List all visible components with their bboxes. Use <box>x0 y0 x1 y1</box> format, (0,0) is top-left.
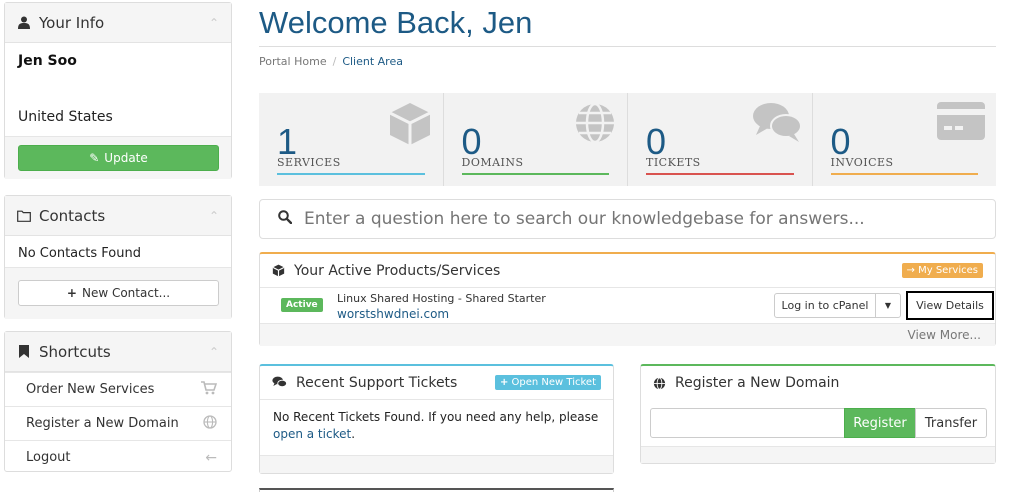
chevron-up-icon[interactable]: ⌃ <box>209 209 219 223</box>
next-panel-edge <box>259 488 614 492</box>
stat-invoices-bar <box>830 173 978 175</box>
caret-down-icon: ▼ <box>884 301 892 310</box>
register-button[interactable]: Register <box>844 408 916 438</box>
your-info-title: Your Info <box>39 13 105 32</box>
comments-icon <box>272 376 287 389</box>
new-contact-button[interactable]: + New Contact... <box>18 280 219 306</box>
shortcut-label: Register a New Domain <box>26 416 179 431</box>
shortcut-register-domain[interactable]: Register a New Domain <box>5 406 231 440</box>
tickets-period: . <box>351 427 356 441</box>
view-more-link[interactable]: View More... <box>908 328 981 342</box>
status-badge: Active <box>281 298 323 312</box>
shortcuts-title: Shortcuts <box>39 342 111 361</box>
cube-icon <box>387 101 433 151</box>
stat-domains[interactable]: 0 DOMAINS <box>444 93 628 186</box>
bookmark-icon <box>17 345 31 359</box>
credit-card-icon <box>936 101 986 145</box>
view-details-button[interactable]: View Details <box>906 291 994 320</box>
your-info-header[interactable]: Your Info ⌃ <box>5 3 231 43</box>
product-domain-link[interactable]: worstshwdnei.com <box>337 307 449 321</box>
recent-tickets-header: Recent Support Tickets + Open New Ticket <box>260 366 613 400</box>
stat-domains-bar <box>461 173 609 175</box>
recent-tickets-panel: Recent Support Tickets + Open New Ticket… <box>259 364 614 474</box>
plus-icon: + <box>66 286 77 300</box>
globe-icon <box>573 101 617 149</box>
pencil-icon: ✎ <box>89 151 100 165</box>
knowledgebase-search <box>259 199 996 239</box>
register-domain-title: Register a New Domain <box>675 375 840 391</box>
shortcut-logout[interactable]: Logout ← <box>5 440 231 474</box>
search-icon <box>278 210 293 228</box>
stat-services-bar <box>277 173 425 175</box>
contacts-footer: + New Contact... <box>5 267 231 319</box>
client-name: Jen Soo <box>18 53 77 69</box>
your-info-panel: Your Info ⌃ Jen Soo United States ✎ Upda… <box>4 2 232 179</box>
new-contact-label: New Contact... <box>81 286 171 300</box>
folder-icon <box>17 209 31 223</box>
title-divider <box>259 46 996 47</box>
comments-icon <box>752 101 802 149</box>
product-row: Active Linux Shared Hosting - Shared Sta… <box>260 288 995 323</box>
stat-tickets-bar <box>646 173 794 175</box>
globe-icon <box>203 414 217 433</box>
domain-search-input[interactable] <box>650 408 845 438</box>
open-new-ticket-button[interactable]: + Open New Ticket <box>494 375 601 390</box>
knowledgebase-search-input[interactable] <box>304 209 954 229</box>
active-products-footer: View More... <box>260 323 995 346</box>
stat-services-label: SERVICES <box>277 156 341 169</box>
arrow-right-icon: → <box>906 265 915 276</box>
no-contacts-text: No Contacts Found <box>18 246 141 261</box>
my-services-label: My Services <box>918 265 978 276</box>
shortcuts-panel: Shortcuts ⌃ Order New Services Register … <box>4 331 232 472</box>
no-tickets-text: No Recent Tickets Found. If you need any… <box>273 410 599 424</box>
stats-bar: 1 SERVICES 0 DOMAINS 0 TICKETS 0 INVOICE… <box>259 93 996 186</box>
active-products-header: Your Active Products/Services → My Servi… <box>260 254 995 288</box>
shortcuts-header[interactable]: Shortcuts ⌃ <box>5 332 231 372</box>
chevron-up-icon[interactable]: ⌃ <box>209 345 219 359</box>
globe-icon <box>653 376 666 390</box>
page-title: Welcome Back, Jen <box>259 5 533 40</box>
shortcut-label: Logout <box>26 450 71 465</box>
active-products-panel: Your Active Products/Services → My Servi… <box>259 252 996 346</box>
contacts-panel: Contacts ⌃ No Contacts Found + New Conta… <box>4 195 232 319</box>
stat-tickets-label: TICKETS <box>646 156 701 169</box>
recent-tickets-title: Recent Support Tickets <box>296 374 458 391</box>
register-domain-header: Register a New Domain <box>641 366 995 400</box>
transfer-button[interactable]: Transfer <box>915 408 987 438</box>
stat-invoices[interactable]: 0 INVOICES <box>813 93 997 186</box>
arrow-left-icon: ← <box>205 449 217 466</box>
plus-icon: + <box>499 377 509 388</box>
product-name: Linux Shared Hosting - Shared Starter <box>337 292 546 305</box>
client-country: United States <box>18 109 113 125</box>
contacts-header[interactable]: Contacts ⌃ <box>5 196 231 236</box>
cube-icon <box>272 264 285 277</box>
shortcut-label: Order New Services <box>26 382 155 397</box>
user-icon <box>17 16 31 30</box>
register-domain-footer <box>641 446 995 463</box>
your-info-footer: ✎ Update <box>5 136 231 179</box>
my-services-button[interactable]: → My Services <box>901 263 983 278</box>
shortcut-order-new-services[interactable]: Order New Services <box>5 372 231 406</box>
stat-tickets[interactable]: 0 TICKETS <box>628 93 813 186</box>
stat-services[interactable]: 1 SERVICES <box>259 93 444 186</box>
stat-invoices-label: INVOICES <box>830 156 894 169</box>
breadcrumb-separator: / <box>332 55 337 68</box>
active-products-title: Your Active Products/Services <box>294 262 501 279</box>
cart-icon <box>201 380 218 399</box>
breadcrumb-client-area[interactable]: Client Area <box>342 55 403 68</box>
register-domain-panel: Register a New Domain Register Transfer <box>640 364 996 464</box>
open-ticket-link[interactable]: open a ticket <box>273 427 351 441</box>
stat-domains-label: DOMAINS <box>461 156 524 169</box>
recent-tickets-footer <box>260 455 613 473</box>
chevron-up-icon[interactable]: ⌃ <box>209 16 219 30</box>
update-button[interactable]: ✎ Update <box>18 145 219 171</box>
cpanel-login-button[interactable]: Log in to cPanel <box>774 293 876 318</box>
contacts-title: Contacts <box>39 206 106 225</box>
update-button-label: Update <box>104 151 148 165</box>
open-new-ticket-label: Open New Ticket <box>511 377 596 388</box>
recent-tickets-body: No Recent Tickets Found. If you need any… <box>260 400 613 443</box>
cpanel-dropdown-toggle[interactable]: ▼ <box>875 293 901 318</box>
breadcrumb: Portal Home / Client Area <box>259 55 403 68</box>
breadcrumb-portal-home[interactable]: Portal Home <box>259 55 327 68</box>
